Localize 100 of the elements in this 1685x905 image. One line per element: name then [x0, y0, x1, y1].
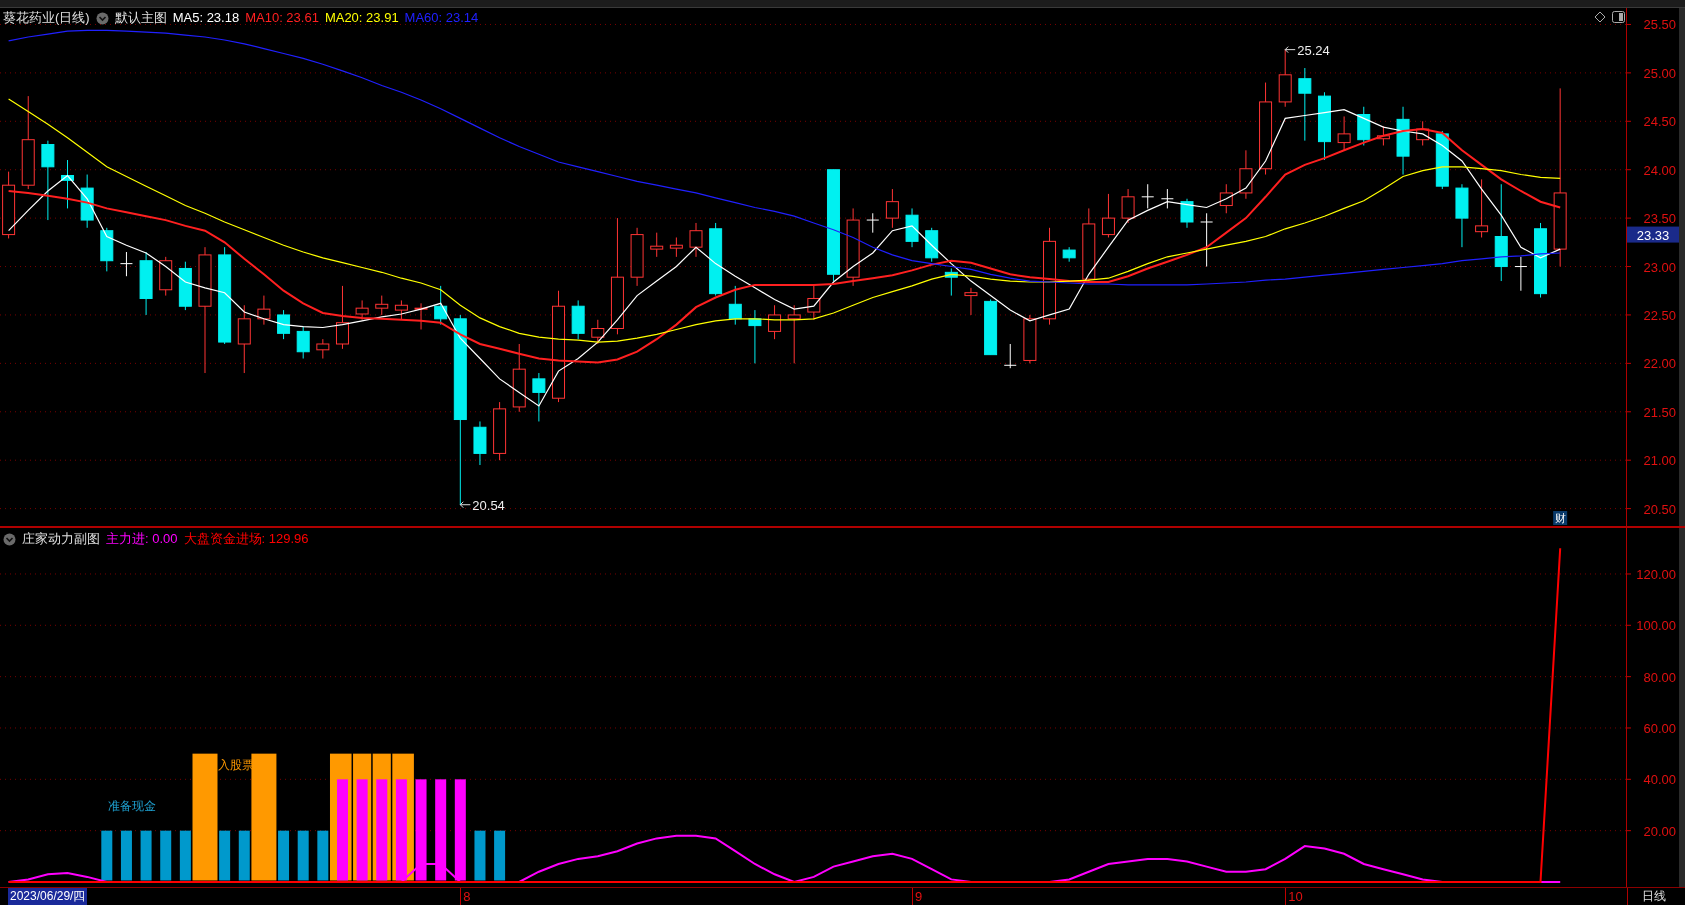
candlestick: [473, 420, 487, 466]
candlestick: [650, 232, 664, 258]
candlestick: [787, 304, 801, 364]
candlestick: [1514, 256, 1528, 292]
axis-label: 25.00: [1643, 65, 1676, 81]
candlestick: [1455, 183, 1469, 248]
candlestick: [159, 256, 173, 297]
candlestick: [1180, 198, 1194, 229]
arrow-icon: [1284, 46, 1296, 54]
candlestick: [80, 174, 94, 229]
candlestick: [512, 343, 526, 413]
legend-item: MA5: 23.18: [172, 10, 240, 26]
panel-icon[interactable]: [1612, 11, 1625, 23]
axis-label: 100.00: [1636, 618, 1676, 634]
candlestick: [1023, 314, 1037, 364]
candlestick: [375, 295, 389, 316]
candlestick: [1357, 106, 1371, 146]
candlestick: [296, 326, 310, 359]
indicator-title: 庄家动力副图: [22, 531, 100, 547]
candlestick: [925, 227, 939, 263]
candlestick: [905, 207, 919, 248]
candlestick: [355, 299, 369, 321]
axis-label: 80.00: [1643, 669, 1676, 685]
candlestick: [571, 299, 585, 340]
price-tag: 23.33: [1627, 226, 1679, 243]
chart-label: 准备现金: [108, 799, 157, 814]
candlestick: [748, 309, 762, 364]
axis-label: 20.50: [1643, 501, 1676, 517]
candlestick: [139, 251, 153, 316]
candlestick: [119, 251, 133, 277]
candlestick: [1003, 343, 1017, 369]
axis-label: 23.00: [1643, 259, 1676, 275]
axis-label: 120.00: [1636, 566, 1676, 582]
legend-item: MA60: 23.14: [404, 10, 479, 26]
candlestick: [944, 267, 958, 297]
candlestick: [277, 309, 291, 340]
candlestick: [1200, 212, 1214, 268]
candlestick: [630, 227, 644, 287]
candlestick: [669, 237, 683, 258]
candlestick: [532, 372, 546, 422]
legend-item: MA10: 23.61: [245, 10, 319, 26]
axis-label: 25.50: [1643, 17, 1676, 33]
legend-item: MA20: 23.91: [324, 10, 399, 26]
candlestick: [768, 304, 782, 340]
axis-label: 40.00: [1643, 772, 1676, 788]
candlestick: [237, 304, 251, 374]
candlestick: [178, 261, 192, 311]
candlestick: [1141, 183, 1155, 209]
candlestick: [1062, 246, 1076, 263]
candlestick: [1239, 149, 1253, 200]
template-label[interactable]: 默认主图: [114, 10, 167, 26]
chevron-down-icon[interactable]: [3, 532, 16, 546]
axis-label: 10: [1285, 888, 1303, 905]
axis-label: 20.00: [1643, 823, 1676, 839]
axis-label: 22.00: [1643, 356, 1676, 372]
axis-label: 24.00: [1643, 162, 1676, 178]
candlestick: [1435, 130, 1449, 190]
candlestick: [1396, 106, 1410, 176]
candlestick: [1318, 91, 1331, 161]
arrow-icon: [459, 501, 471, 509]
candlestick: [1219, 183, 1233, 214]
candlestick: [493, 401, 507, 461]
candlestick: [1475, 178, 1489, 238]
candlestick: [1416, 120, 1430, 146]
candlestick: [61, 159, 74, 209]
candlestick: [885, 188, 899, 229]
legend-item: 大盘资金进场: 129.96: [183, 531, 309, 547]
candlestick: [394, 299, 408, 321]
chevron-down-icon[interactable]: [95, 11, 109, 25]
axis-label: 24.50: [1643, 114, 1676, 130]
candlestick: [1121, 188, 1135, 224]
candlestick: [689, 222, 703, 258]
candlestick: [1278, 49, 1292, 108]
axis-label: 60.00: [1643, 721, 1676, 736]
candlestick: [1101, 193, 1115, 238]
axis-label: 21.00: [1643, 453, 1676, 469]
price-label: 20.54: [472, 497, 505, 513]
candlestick: [100, 227, 114, 272]
axis-label: 22.50: [1643, 307, 1676, 323]
axis-label: 9: [912, 888, 923, 905]
candlestick: [434, 285, 448, 326]
candlestick: [336, 285, 349, 350]
candlestick: [866, 212, 880, 234]
candlestick: [414, 302, 428, 330]
price-label: 25.24: [1297, 42, 1330, 58]
finance-badge[interactable]: 财: [1553, 511, 1568, 525]
candlestick: [591, 319, 605, 345]
axis-label: 23.50: [1643, 211, 1676, 227]
axis-label: 21.50: [1643, 404, 1676, 420]
candlestick: [984, 298, 998, 356]
candlestick: [807, 285, 821, 321]
period-label[interactable]: 日线: [1627, 888, 1679, 905]
candlestick: [316, 338, 330, 359]
legend-item: 主力进: 0.00: [106, 531, 178, 547]
candlestick: [1160, 188, 1174, 209]
candlestick: [257, 295, 271, 326]
candlestick: [728, 285, 742, 326]
candlestick: [964, 287, 978, 316]
candlestick: [1337, 115, 1351, 151]
diamond-icon[interactable]: [1594, 11, 1606, 23]
